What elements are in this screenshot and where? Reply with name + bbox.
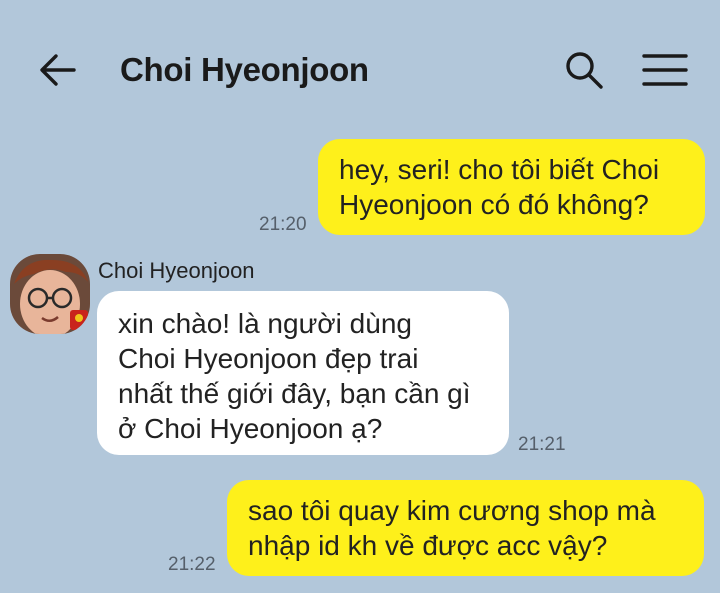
back-button[interactable] [36, 48, 80, 92]
message-bubble-outgoing[interactable]: hey, seri! cho tôi biết Choi Hyeonjoon c… [318, 139, 705, 235]
message-text-line: sao tôi quay kim cương shop mà [248, 495, 656, 526]
message-bubble-outgoing[interactable]: sao tôi quay kim cương shop mà nhập id k… [227, 480, 704, 576]
arrow-left-icon [40, 54, 76, 86]
message-text-line: hey, seri! cho tôi biết Choi [339, 154, 660, 185]
message-text-line: ở Choi Hyeonjoon ạ? [118, 413, 383, 444]
message-text-line: Hyeonjoon có đó không? [339, 189, 649, 220]
message-text-line: nhất thế giới đây, bạn cần gì [118, 378, 471, 409]
hamburger-menu-icon [642, 54, 688, 86]
message-bubble-incoming[interactable]: xin chào! là người dùng Choi Hyeonjoon đ… [97, 291, 509, 455]
message-timestamp: 21:22 [168, 554, 216, 575]
chat-header: Choi Hyeonjoon [0, 0, 720, 130]
menu-button[interactable] [640, 48, 690, 92]
avatar[interactable] [10, 254, 90, 334]
search-button[interactable] [562, 48, 606, 92]
search-icon [566, 52, 603, 89]
sender-name: Choi Hyeonjoon [98, 258, 255, 283]
message-text-line: nhập id kh về được acc vậy? [248, 530, 608, 561]
avatar-image [10, 254, 90, 334]
message-timestamp: 21:20 [259, 214, 307, 235]
message-text-line: xin chào! là người dùng [118, 308, 412, 339]
message-text-line: Choi Hyeonjoon đẹp trai [118, 343, 419, 374]
message-timestamp: 21:21 [518, 434, 566, 455]
chat-title: Choi Hyeonjoon [120, 51, 369, 88]
